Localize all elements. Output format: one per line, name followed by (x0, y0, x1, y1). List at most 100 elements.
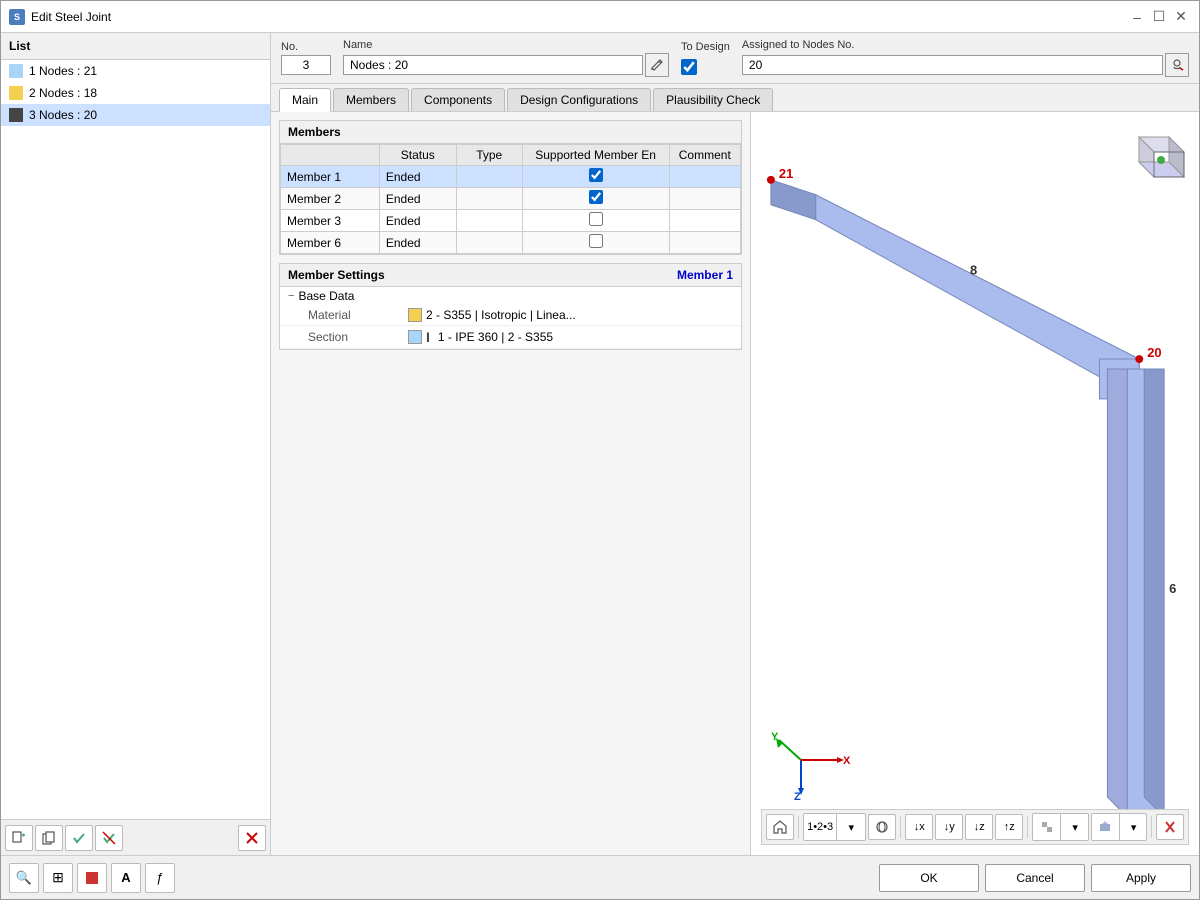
member-supported-3[interactable] (522, 210, 669, 232)
window-title: Edit Steel Joint (31, 10, 1127, 24)
list-item-label-2: 2 Nodes : 18 (29, 86, 97, 100)
list-header: List (1, 33, 270, 60)
name-edit-button[interactable] (645, 53, 669, 77)
member-comment-3 (669, 210, 740, 232)
name-input[interactable] (343, 55, 643, 75)
member-type-2 (456, 188, 522, 210)
material-row[interactable]: Material 2 - S355 | Isotropic | Linea... (280, 305, 741, 326)
separator (798, 816, 799, 838)
collapse-icon[interactable]: − (288, 290, 294, 302)
member-supported-2[interactable] (522, 188, 669, 210)
member-type-4 (456, 232, 522, 254)
view-dropdown-button[interactable]: ▾ (837, 814, 865, 840)
display-group: ▾ (1032, 813, 1088, 841)
active-member-label: Member 1 (677, 268, 733, 282)
uncheck-button[interactable] (95, 825, 123, 851)
list-item[interactable]: 2 Nodes : 18 (1, 82, 270, 104)
render-mode-button[interactable] (1092, 814, 1120, 840)
axis-indicator: Z Y X (771, 730, 851, 800)
copy-item-button[interactable] (35, 825, 63, 851)
section-label: Section (308, 330, 408, 344)
member-comment-1 (669, 166, 740, 188)
tab-design-configurations[interactable]: Design Configurations (507, 88, 651, 111)
material-color-swatch (408, 308, 422, 322)
svg-text:8: 8 (970, 262, 977, 277)
separator (1151, 816, 1152, 838)
rotate-view-button[interactable]: 1•2•3 (804, 814, 837, 840)
member-name-3: Member 3 (281, 210, 380, 232)
search-tool-button[interactable]: 🔍 (9, 863, 39, 893)
view-home-button[interactable] (766, 814, 794, 840)
list-item[interactable]: 1 Nodes : 21 (1, 60, 270, 82)
material-text: 2 - S355 | Isotropic | Linea... (426, 308, 576, 322)
formula-tool-button[interactable]: ƒ (145, 863, 175, 893)
list-container: 1 Nodes : 21 2 Nodes : 18 3 Nodes : 20 (1, 60, 270, 819)
text-tool-button[interactable]: A (111, 863, 141, 893)
view-x-button[interactable]: ↓x (905, 814, 933, 840)
3d-view[interactable]: 21 8 20 6 19 (751, 112, 1199, 855)
section-text: 1 - IPE 360 | 2 - S355 (438, 330, 553, 344)
apply-button[interactable]: Apply (1091, 864, 1191, 892)
member-comment-4 (669, 232, 740, 254)
table-row[interactable]: Member 1 Ended (281, 166, 741, 188)
window-controls: ‒ ☐ ✕ (1127, 7, 1191, 27)
col-supported: Supported Member En (522, 145, 669, 166)
ok-button[interactable]: OK (879, 864, 979, 892)
list-item-color-1 (9, 64, 23, 78)
new-item-button[interactable] (5, 825, 33, 851)
assigned-group: Assigned to Nodes No. (742, 39, 1189, 77)
delete-item-button[interactable] (238, 825, 266, 851)
assigned-label: Assigned to Nodes No. (742, 39, 1189, 51)
no-input[interactable] (281, 55, 331, 75)
assigned-input[interactable] (742, 55, 1163, 75)
minimize-button[interactable]: ‒ (1127, 7, 1147, 27)
base-data-tree-item[interactable]: − Base Data (280, 287, 741, 305)
check-button[interactable] (65, 825, 93, 851)
settings-title: Member Settings (288, 268, 385, 282)
table-row[interactable]: Member 3 Ended (281, 210, 741, 232)
top-form: No. Name To Design (271, 33, 1199, 84)
list-item-selected[interactable]: 3 Nodes : 20 (1, 104, 270, 126)
list-item-color-2 (9, 86, 23, 100)
table-row[interactable]: Member 2 Ended (281, 188, 741, 210)
maximize-button[interactable]: ☐ (1149, 7, 1169, 27)
view-cube[interactable] (1119, 122, 1189, 192)
svg-text:Y: Y (771, 731, 779, 743)
member-type-1 (456, 166, 522, 188)
member-status-2: Ended (379, 188, 456, 210)
table-row[interactable]: Member 6 Ended (281, 232, 741, 254)
settings-header: Member Settings Member 1 (280, 264, 741, 287)
svg-text:Z: Z (794, 791, 801, 800)
member-supported-1[interactable] (522, 166, 669, 188)
list-item-label-1: 1 Nodes : 21 (29, 64, 97, 78)
section-row[interactable]: Section I 1 - IPE 360 | 2 - S355 (280, 326, 741, 349)
render-dropdown-button[interactable]: ▾ (1120, 814, 1147, 840)
view-y-button[interactable]: ↓y (935, 814, 963, 840)
view-mode-button[interactable] (868, 814, 896, 840)
view-z-button[interactable]: ↓z (965, 814, 993, 840)
base-data-label: Base Data (298, 289, 733, 303)
col-status: Status (379, 145, 456, 166)
display-dropdown-button[interactable]: ▾ (1061, 814, 1088, 840)
tab-main[interactable]: Main (279, 88, 331, 112)
tab-plausibility[interactable]: Plausibility Check (653, 88, 773, 111)
cancel-button[interactable]: Cancel (985, 864, 1085, 892)
tab-components[interactable]: Components (411, 88, 505, 111)
color-tool-button[interactable] (77, 863, 107, 893)
svg-text:21: 21 (779, 166, 793, 181)
view-tz-button[interactable]: ↑z (995, 814, 1023, 840)
material-label: Material (308, 308, 408, 322)
section-value: I 1 - IPE 360 | 2 - S355 (408, 329, 553, 345)
right-panel: No. Name To Design (271, 33, 1199, 855)
close-button[interactable]: ✕ (1171, 7, 1191, 27)
settings-view-button[interactable] (1156, 814, 1184, 840)
member-comment-2 (669, 188, 740, 210)
display-mode-button[interactable] (1033, 814, 1061, 840)
member-supported-4[interactable] (522, 232, 669, 254)
to-design-checkbox[interactable] (681, 59, 697, 75)
tab-members[interactable]: Members (333, 88, 409, 111)
col-type: Type (456, 145, 522, 166)
assigned-pick-button[interactable] (1165, 53, 1189, 77)
grid-tool-button[interactable]: ⊞ (43, 863, 73, 893)
title-bar: S Edit Steel Joint ‒ ☐ ✕ (1, 1, 1199, 33)
